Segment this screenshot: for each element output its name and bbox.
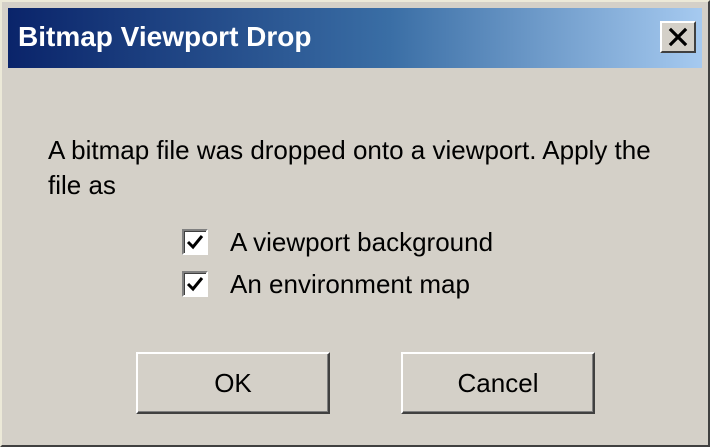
- title-bar[interactable]: Bitmap Viewport Drop: [8, 8, 702, 68]
- ok-button[interactable]: OK: [136, 352, 330, 414]
- dialog-message: A bitmap file was dropped onto a viewpor…: [48, 135, 651, 200]
- close-button[interactable]: [660, 21, 696, 53]
- viewport-background-checkbox[interactable]: [182, 229, 208, 255]
- cancel-button[interactable]: Cancel: [401, 352, 595, 414]
- viewport-background-option[interactable]: A viewport background: [182, 225, 493, 259]
- environment-map-option[interactable]: An environment map: [182, 267, 470, 301]
- bitmap-viewport-drop-dialog: Bitmap Viewport Drop A bitmap file was d…: [0, 0, 710, 447]
- viewport-background-label: A viewport background: [230, 227, 494, 257]
- environment-map-label: An environment map: [230, 269, 470, 299]
- environment-map-checkbox[interactable]: [182, 271, 208, 297]
- checkmark-icon: [186, 235, 204, 250]
- checkmark-icon: [186, 277, 204, 292]
- close-icon: [668, 27, 688, 47]
- window-title: Bitmap Viewport Drop: [18, 21, 312, 52]
